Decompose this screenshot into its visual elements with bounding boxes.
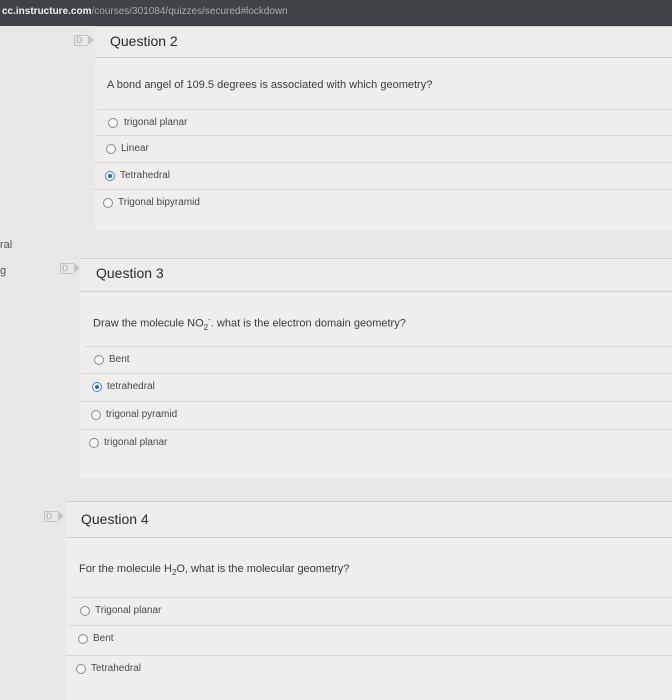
answer-label: Tetrahedral <box>120 170 171 181</box>
url-host: cc.instructure.com <box>2 6 92 17</box>
answer-option[interactable]: Tetrahedral <box>66 655 672 681</box>
answer-option[interactable]: trigonal pyramid <box>81 401 672 427</box>
sidebar-item-2[interactable]: g <box>0 265 6 277</box>
answer-label: Bent <box>93 633 114 644</box>
sidebar-item-1[interactable]: ral <box>0 239 12 251</box>
answer-option[interactable]: Bent <box>68 625 672 651</box>
flag-question-icon[interactable]: D <box>60 263 80 274</box>
radio-button[interactable] <box>89 438 99 448</box>
answer-label: Tetrahedral <box>91 663 142 674</box>
radio-button[interactable] <box>108 118 118 128</box>
question-4-header <box>66 501 672 538</box>
question-2-title: Question 2 <box>110 33 178 49</box>
answer-label: Trigonal planar <box>95 605 162 616</box>
answer-option[interactable]: trigonal planar <box>79 429 672 455</box>
question-3-title: Question 3 <box>96 265 164 281</box>
answer-label: trigonal planar <box>124 117 188 128</box>
radio-button[interactable] <box>91 410 101 420</box>
answer-label: trigonal pyramid <box>106 409 178 420</box>
answer-option[interactable]: Tetrahedral <box>95 162 672 188</box>
answer-label: Trigonal bipyramid <box>118 197 200 208</box>
radio-button[interactable] <box>94 355 104 365</box>
radio-button-selected[interactable] <box>105 171 115 181</box>
question-2-prompt: A bond angel of 109.5 degrees is associa… <box>107 79 433 91</box>
question-4-prompt: For the molecule H2O, what is the molecu… <box>79 563 350 578</box>
answer-label: Linear <box>121 143 149 154</box>
radio-button[interactable] <box>106 144 116 154</box>
answer-option[interactable]: Bent <box>84 346 672 372</box>
radio-button[interactable] <box>80 606 90 616</box>
flag-question-icon[interactable]: D <box>44 511 64 522</box>
answer-option[interactable]: trigonal planar <box>98 109 672 135</box>
answer-label: trigonal planar <box>104 437 168 448</box>
answer-option[interactable]: Linear <box>96 135 672 161</box>
question-4-title: Question 4 <box>81 511 149 527</box>
url-path: /courses/301084/quizzes/secured#lockdown <box>91 6 288 17</box>
radio-button-selected[interactable] <box>92 382 102 392</box>
answer-label: tetrahedral <box>107 381 155 392</box>
answer-option[interactable]: Trigonal planar <box>70 597 672 623</box>
radio-button[interactable] <box>78 634 88 644</box>
answer-option[interactable]: Trigonal bipyramid <box>93 189 672 215</box>
radio-button[interactable] <box>76 664 86 674</box>
question-3-header <box>80 258 672 292</box>
answer-option[interactable]: tetrahedral <box>82 373 672 399</box>
radio-button[interactable] <box>103 198 113 208</box>
flag-question-icon[interactable]: D <box>74 35 94 46</box>
address-bar[interactable]: cc.instructure.com/courses/301084/quizze… <box>0 0 672 26</box>
question-2-header <box>95 26 672 58</box>
answer-label: Bent <box>109 354 130 365</box>
question-3-prompt: Draw the molecule NO2-. what is the elec… <box>93 315 406 332</box>
